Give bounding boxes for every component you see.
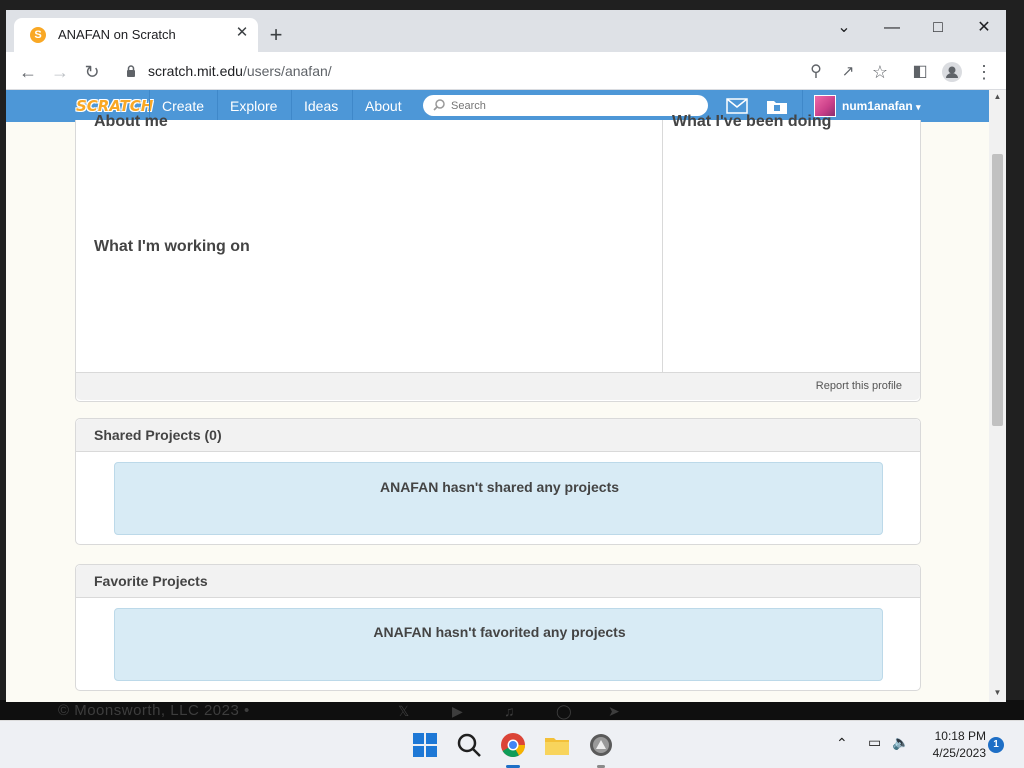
address-bar[interactable]: scratch.mit.edu/users/anafan/: [148, 63, 332, 79]
close-window-icon[interactable]: ✕: [970, 16, 998, 40]
windows-taskbar: ⌃ ▭ 🔈 10:18 PM 4/25/2023 1: [0, 720, 1024, 768]
search-box[interactable]: [423, 95, 708, 116]
scroll-down-icon[interactable]: ▼: [993, 688, 1002, 697]
lock-icon[interactable]: [124, 64, 138, 78]
windows-start-icon[interactable]: [411, 731, 439, 759]
back-icon[interactable]: ←: [16, 60, 40, 84]
new-tab-icon[interactable]: +: [264, 24, 288, 48]
search-icon[interactable]: [455, 731, 483, 759]
tab-strip: S ANAFAN on Scratch ✕ + ⌄ — □ ✕: [6, 10, 1006, 52]
reload-icon[interactable]: ↻: [80, 60, 104, 84]
chevron-down-icon: ▾: [916, 102, 921, 112]
lunar-client-icon[interactable]: [587, 731, 615, 759]
page-scrollbar[interactable]: ▲ ▼: [989, 90, 1006, 702]
browser-tab[interactable]: S ANAFAN on Scratch ✕: [14, 18, 258, 52]
favorite-projects-empty-message: ANAFAN hasn't favorited any projects: [373, 624, 626, 640]
url-path: /users/anafan/: [242, 63, 332, 79]
nav-ideas[interactable]: Ideas: [291, 90, 350, 122]
volume-icon[interactable]: 🔈: [892, 734, 909, 751]
search-input[interactable]: [451, 97, 691, 114]
share-icon[interactable]: ↗: [836, 60, 860, 84]
minimize-icon[interactable]: —: [878, 16, 906, 40]
report-profile-link[interactable]: Report this profile: [816, 380, 902, 392]
scroll-thumb[interactable]: [992, 154, 1003, 426]
forward-icon[interactable]: →: [48, 60, 72, 84]
nav-explore[interactable]: Explore: [217, 90, 289, 122]
search-icon: [433, 99, 445, 111]
page-viewport: SCRATCH Create Explore Ideas About Searc…: [6, 90, 989, 702]
tab-search-icon[interactable]: ⌄: [830, 16, 858, 40]
favorite-projects-empty: ANAFAN hasn't favorited any projects: [114, 608, 883, 681]
favorite-projects-box: Favorite Projects ANAFAN hasn't favorite…: [75, 564, 921, 691]
shared-projects-empty-message: ANAFAN hasn't shared any projects: [379, 479, 620, 495]
browser-toolbar: ← → ↻ scratch.mit.edu/users/anafan/ ⚲ ↗ …: [6, 52, 1006, 90]
youtube-icon: ▶: [452, 703, 463, 719]
profile-footer: Report this profile: [76, 372, 920, 400]
shared-projects-heading: Shared Projects (0): [94, 427, 222, 443]
profile-info-box: About me What I'm working on What I've b…: [75, 113, 921, 402]
scroll-up-icon[interactable]: ▲: [993, 92, 1002, 101]
username-label: num1anafan: [842, 99, 913, 113]
messages-icon[interactable]: [726, 98, 748, 114]
clock-time[interactable]: 10:18 PM: [922, 729, 986, 743]
telegram-icon: ➤: [608, 703, 620, 719]
url-host: scratch.mit.edu: [148, 63, 243, 79]
tray-chevron-up-icon[interactable]: ⌃: [836, 735, 848, 752]
zoom-icon[interactable]: ⚲: [804, 60, 828, 84]
browser-window: S ANAFAN on Scratch ✕ + ⌄ — □ ✕ ← → ↻ sc…: [6, 10, 1006, 702]
clock-date[interactable]: 4/25/2023: [922, 746, 986, 760]
network-icon[interactable]: ▭: [868, 734, 881, 751]
username-dropdown[interactable]: num1anafan ▾: [842, 90, 921, 123]
close-tab-icon[interactable]: ✕: [232, 23, 252, 43]
favorite-projects-header: Favorite Projects: [76, 565, 920, 598]
about-me-heading: About me: [94, 113, 168, 130]
shared-projects-header: Shared Projects (0): [76, 419, 920, 452]
side-panel-icon[interactable]: ◧: [908, 60, 932, 84]
tiktok-icon: ♫: [504, 703, 515, 719]
shared-projects-box: Shared Projects (0) ANAFAN hasn't shared…: [75, 418, 921, 545]
profile-divider: [662, 120, 663, 372]
working-on-heading: What I'm working on: [94, 238, 250, 255]
scratch-favicon-icon: S: [30, 27, 46, 43]
favorite-projects-heading: Favorite Projects: [94, 573, 208, 589]
chrome-icon[interactable]: [499, 731, 527, 759]
been-doing-heading: What I've been doing: [672, 113, 832, 130]
profile-icon[interactable]: [940, 60, 964, 84]
tab-title: ANAFAN on Scratch: [58, 27, 176, 42]
file-explorer-icon[interactable]: [543, 731, 571, 759]
notification-badge[interactable]: 1: [988, 737, 1004, 753]
twitter-icon: 𝕏: [398, 703, 410, 719]
background-footer-text: © Moonsworth, LLC 2023 •: [58, 702, 250, 719]
instagram-icon: ◯: [556, 703, 572, 719]
shared-projects-empty: ANAFAN hasn't shared any projects: [114, 462, 883, 535]
bookmark-star-icon[interactable]: ☆: [868, 60, 892, 84]
menu-dots-icon[interactable]: ⋮: [972, 60, 996, 84]
nav-about[interactable]: About: [352, 90, 414, 122]
maximize-icon[interactable]: □: [924, 16, 952, 40]
